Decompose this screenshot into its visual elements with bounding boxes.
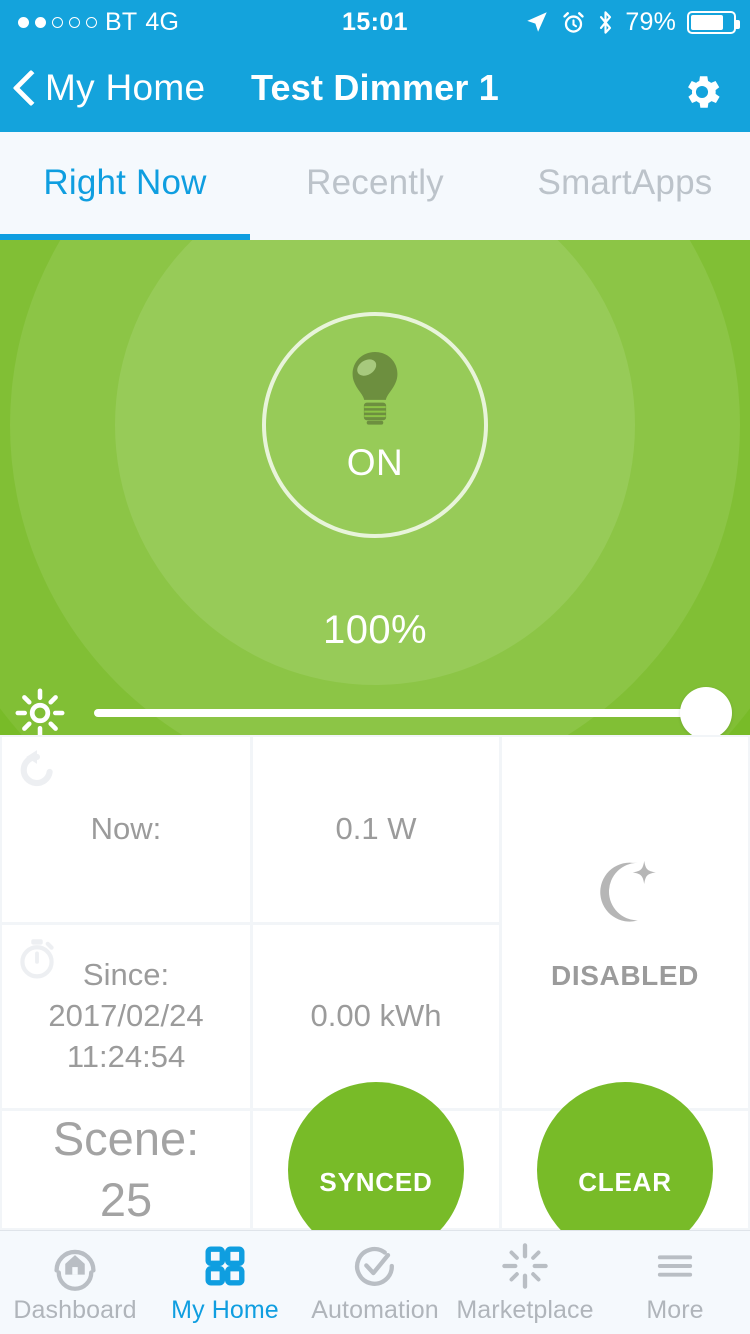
- scene-tile: Scene: 25: [2, 1111, 250, 1228]
- status-bar-right: 79%: [524, 0, 736, 44]
- energy-since-label-line3: 11:24:54: [67, 1037, 185, 1078]
- energy-since-value: 0.00 kWh: [311, 996, 442, 1037]
- bluetooth-icon: [597, 9, 614, 36]
- tab-recently[interactable]: Recently: [250, 132, 500, 240]
- scene-label: Scene:: [53, 1109, 199, 1169]
- battery-percent-label: 79%: [625, 8, 676, 37]
- tabbar-item-my-home[interactable]: My Home: [150, 1231, 300, 1334]
- status-bar: BT 4G 15:01 79%: [0, 0, 750, 44]
- power-toggle-button[interactable]: ON: [262, 312, 488, 538]
- app-root: BT 4G 15:01 79% My Home Test Dimmer: [0, 0, 750, 1334]
- alarm-clock-icon: [561, 10, 586, 35]
- grid-squares-icon: [199, 1240, 251, 1292]
- energy-since-label-line1: Since:: [83, 955, 169, 996]
- device-control-panel: ON 100%: [0, 240, 750, 735]
- hamburger-icon: [649, 1240, 701, 1292]
- light-bulb-icon: [343, 350, 407, 428]
- tabbar-item-dashboard[interactable]: Dashboard: [0, 1231, 150, 1334]
- tabbar-item-marketplace[interactable]: Marketplace: [450, 1231, 600, 1334]
- refresh-icon: [14, 747, 60, 793]
- synced-tile: SYNCED: [253, 1111, 499, 1228]
- tabbar-item-automation[interactable]: Automation: [300, 1231, 450, 1334]
- stopwatch-icon: [14, 935, 60, 981]
- navigation-bar: My Home Test Dimmer 1: [0, 44, 750, 132]
- tabbar-label-dashboard: Dashboard: [13, 1296, 136, 1325]
- tab-recently-label: Recently: [306, 163, 444, 203]
- power-now-value: 0.1 W: [336, 809, 417, 850]
- dimmer-slider-track[interactable]: [94, 709, 706, 717]
- tab-bar: Right Now Recently SmartApps: [0, 132, 750, 240]
- dimmer-slider-thumb[interactable]: [680, 687, 732, 735]
- dimmer-slider-row: [0, 678, 750, 735]
- power-now-tile[interactable]: Now:: [2, 737, 250, 922]
- battery-icon: [687, 11, 736, 34]
- scene-value: 25: [100, 1170, 152, 1230]
- night-mode-tile[interactable]: DISABLED: [502, 737, 748, 1108]
- device-info-grid: Now: 0.1 W DISABLED Since: 2017/02/24 11…: [0, 735, 750, 1230]
- brightness-sun-icon: [14, 687, 66, 735]
- bottom-tab-bar: Dashboard My Home Automation: [0, 1230, 750, 1334]
- night-mode-status: DISABLED: [551, 958, 699, 995]
- tab-right-now-label: Right Now: [43, 163, 206, 203]
- gear-icon[interactable]: [680, 70, 724, 114]
- energy-since-label-line2: 2017/02/24: [48, 996, 203, 1037]
- home-dashboard-icon: [49, 1240, 101, 1292]
- tabbar-label-more: More: [646, 1296, 703, 1325]
- tab-smartapps-label: SmartApps: [538, 163, 713, 203]
- clear-button-label: CLEAR: [578, 1167, 672, 1198]
- power-now-value-tile: 0.1 W: [253, 737, 499, 922]
- location-arrow-icon: [524, 9, 550, 35]
- tabbar-item-more[interactable]: More: [600, 1231, 750, 1334]
- device-state-label: ON: [347, 442, 404, 484]
- power-now-label: Now:: [91, 809, 162, 850]
- synced-button-label: SYNCED: [319, 1167, 432, 1198]
- starburst-icon: [499, 1240, 551, 1292]
- page-title: Test Dimmer 1: [0, 44, 750, 132]
- tabbar-label-automation: Automation: [311, 1296, 438, 1325]
- moon-star-icon: [584, 850, 666, 932]
- tabbar-label-my-home: My Home: [171, 1296, 279, 1325]
- tab-smartapps[interactable]: SmartApps: [500, 132, 750, 240]
- energy-since-tile[interactable]: Since: 2017/02/24 11:24:54: [2, 925, 250, 1108]
- check-circle-icon: [349, 1240, 401, 1292]
- dimmer-level-label: 100%: [0, 608, 750, 653]
- clear-tile: CLEAR: [502, 1111, 748, 1228]
- tab-right-now[interactable]: Right Now: [0, 132, 250, 240]
- tabbar-label-marketplace: Marketplace: [456, 1296, 593, 1325]
